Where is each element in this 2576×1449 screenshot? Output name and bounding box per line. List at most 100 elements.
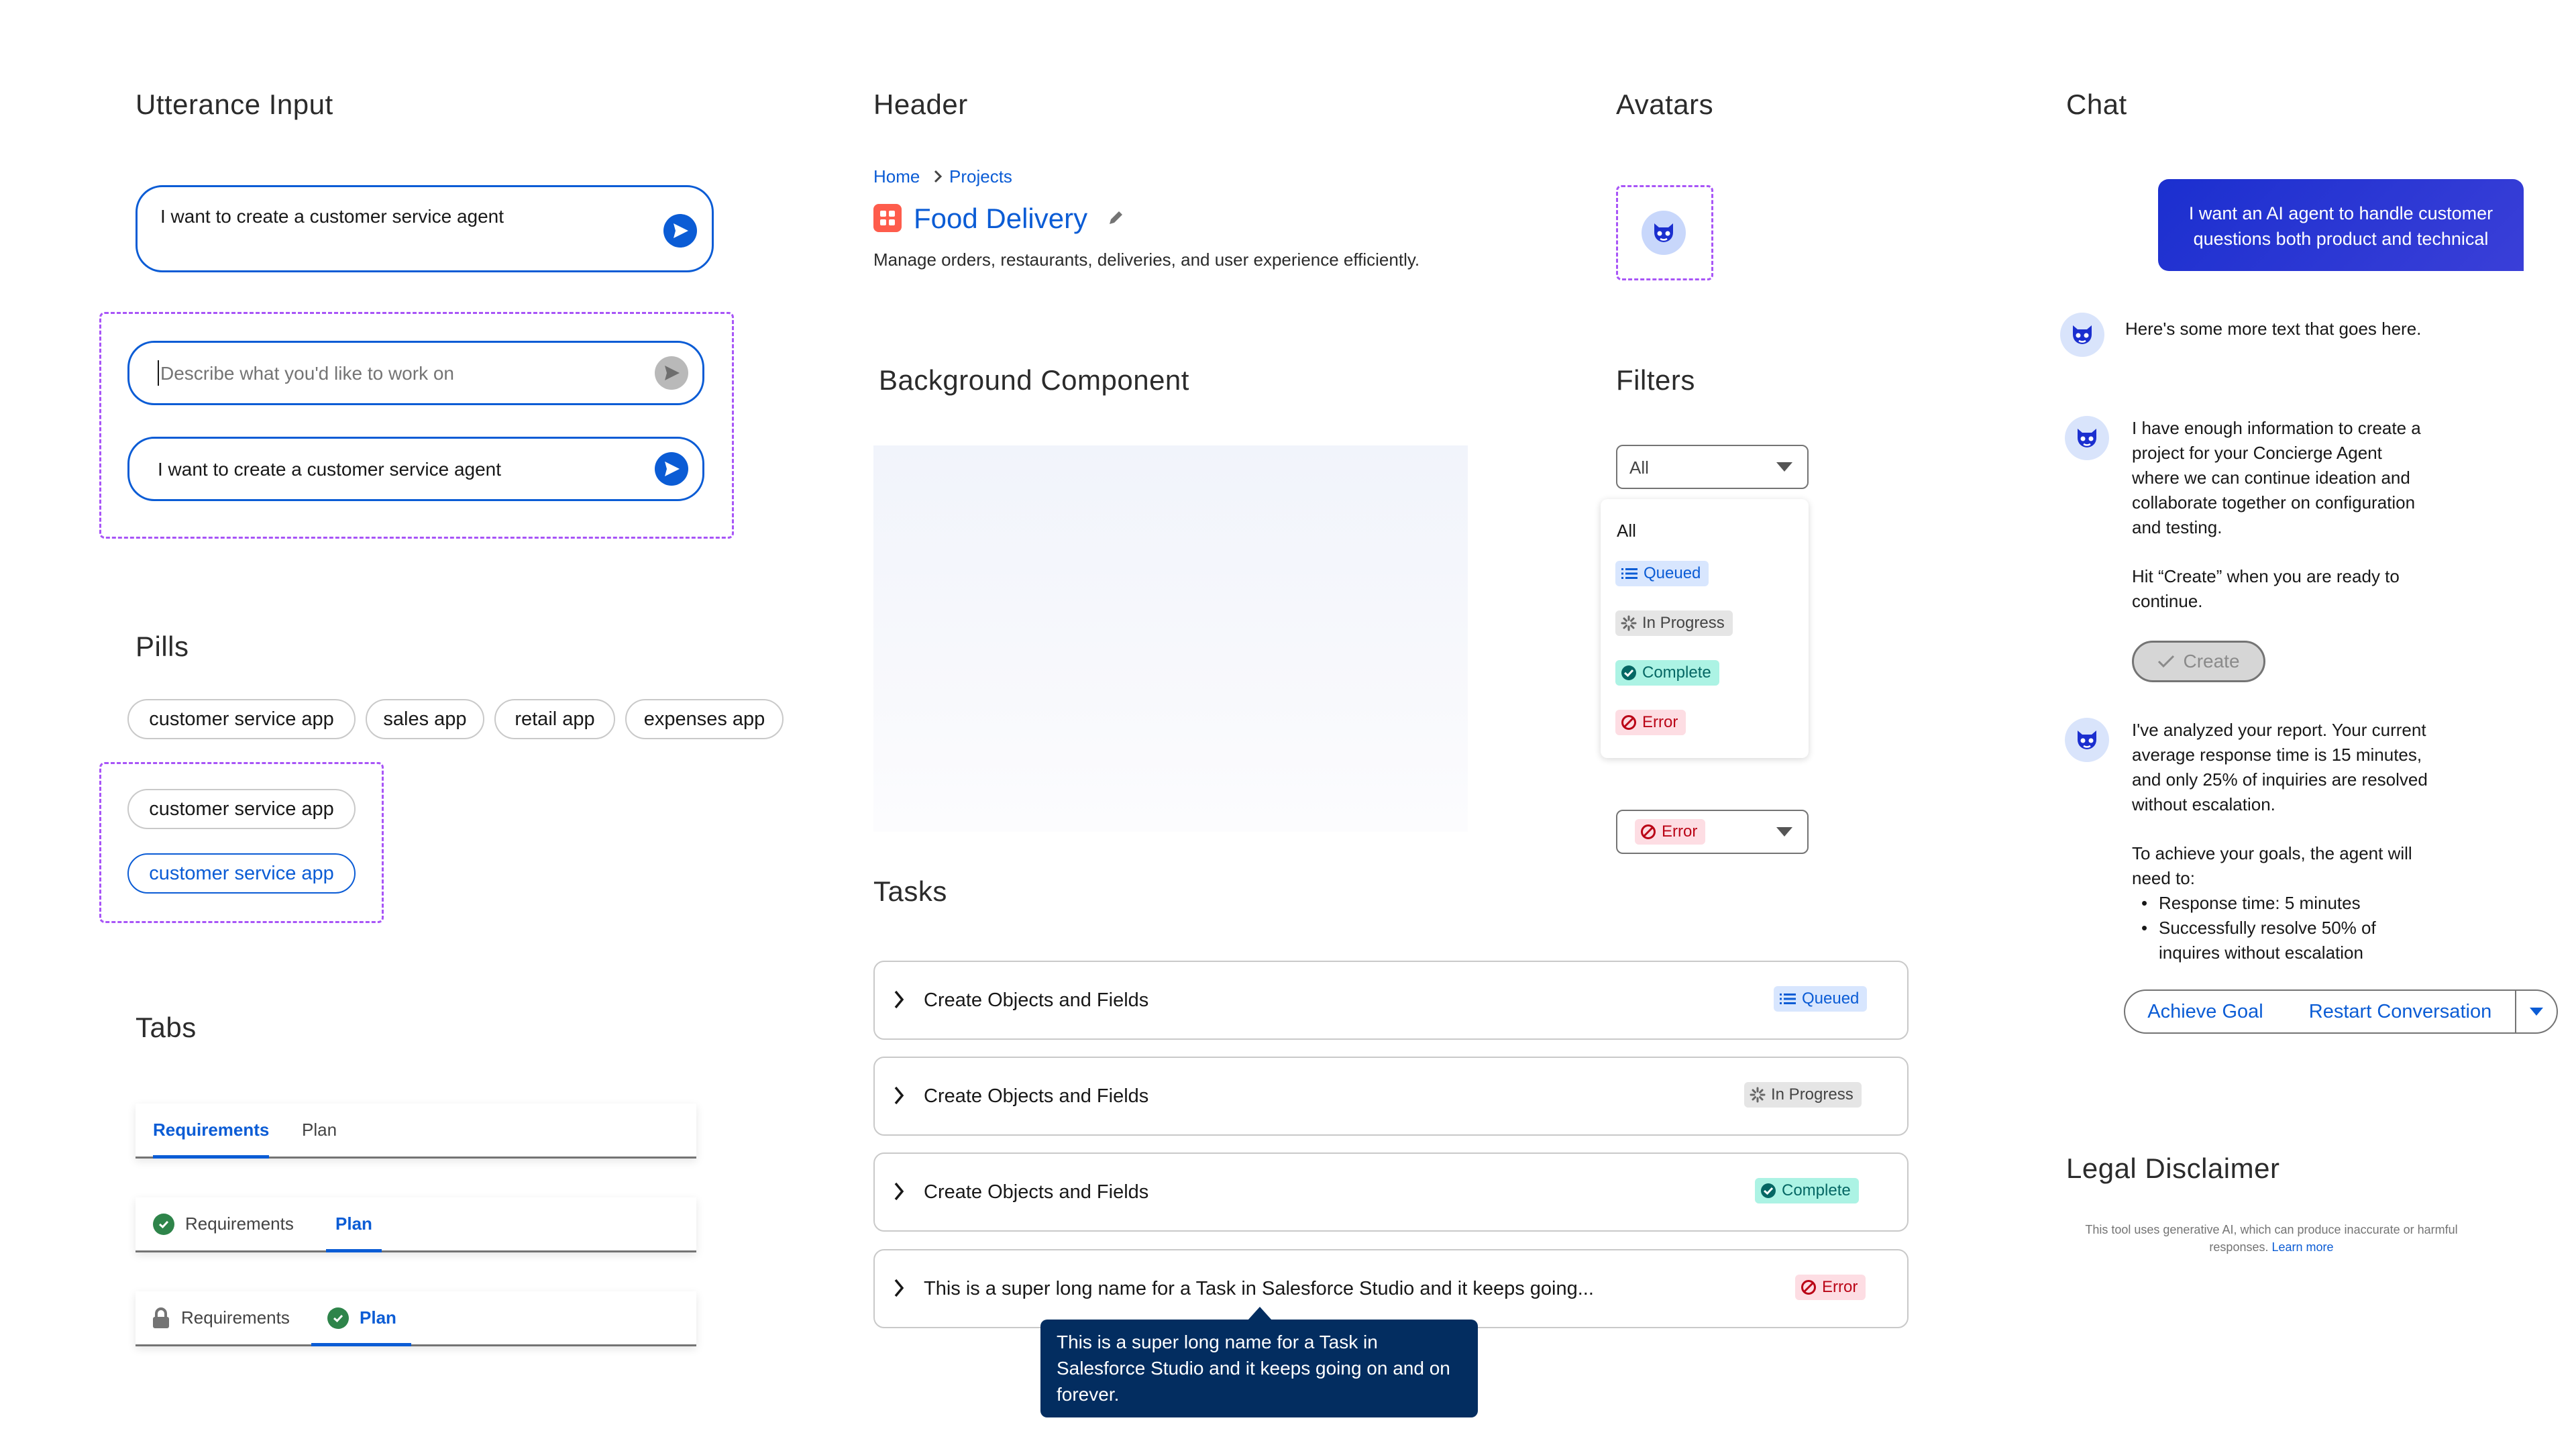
pill-1[interactable]: sales app [366,699,484,739]
status-filter-select-error[interactable]: Error [1616,810,1809,854]
send-icon [665,366,680,380]
tab-bar-2: Requirements Plan [136,1197,696,1252]
agent-message: Here's some more text that goes here. [2125,319,2422,339]
utterance-input-active[interactable]: I want to create a customer service agen… [127,437,704,501]
check-circle-icon [1621,665,1636,680]
chevron-right-icon[interactable] [892,1277,906,1299]
chevron-down-icon [2530,1008,2543,1016]
option-complete[interactable]: Complete [1615,660,1719,686]
task-row[interactable]: This is a super long name for a Task in … [873,1249,1909,1328]
send-button-disabled[interactable] [655,356,688,390]
edit-pencil-icon[interactable] [1107,209,1124,227]
status-badge-error: Error [1795,1275,1866,1300]
section-title-legal: Legal Disclaimer [2066,1152,2280,1184]
bullet-text: Response time: 5 minutes [2159,893,2361,913]
tab-bar-3: Requirements Plan [136,1291,696,1346]
chevron-right-icon[interactable] [892,1085,906,1106]
tab-requirements[interactable]: Requirements [153,1197,294,1250]
task-row[interactable]: Create Objects and Fields Queued [873,961,1909,1040]
tab-label: Requirements [181,1307,290,1328]
user-message-bubble: I want an AI agent to handle customer qu… [2158,179,2524,271]
tooltip-arrow [1248,1307,1272,1320]
background-component [873,445,1468,832]
message-line: To achieve your goals, the agent will [2132,843,2412,863]
more-actions-button[interactable] [2515,989,2558,1034]
pill-0[interactable]: customer service app [127,699,356,739]
tab-requirements-locked[interactable]: Requirements [152,1291,290,1344]
select-value: All [1629,458,1649,478]
utterance-input-empty[interactable]: Describe what you'd like to work on [127,341,704,405]
create-label: Create [2183,651,2240,672]
agent-bot-icon [1654,223,1673,242]
status-label: Complete [1782,1181,1851,1199]
app-grid-icon [873,204,902,232]
text-cursor [158,360,159,386]
spinner-icon [1750,1087,1766,1103]
ban-icon [1801,1280,1816,1295]
tab-label: Requirements [153,1120,270,1140]
message-line: collaborate together on configuration [2132,492,2416,513]
pill-default[interactable]: customer service app [127,789,356,829]
agent-message: I've analyzed your report. Your current … [2132,718,2428,965]
section-title-tasks: Tasks [873,875,947,907]
breadcrumb-home[interactable]: Home [873,166,920,187]
legal-disclaimer: This tool uses generative AI, which can … [2057,1221,2486,1256]
utterance-input-large[interactable]: I want to create a customer service agen… [136,185,714,272]
breadcrumb-projects[interactable]: Projects [949,166,1012,187]
agent-bot-icon [2078,731,2096,749]
bullet-dot: • [2141,893,2148,913]
utterance-input-value: I want to create a customer service agen… [160,206,504,227]
status-filter-select[interactable]: All [1616,445,1809,489]
check-circle-icon [153,1213,174,1235]
option-error[interactable]: Error [1615,710,1686,735]
tab-plan[interactable]: Plan [311,1291,411,1346]
agent-message: I have enough information to create a pr… [2132,416,2421,614]
send-button[interactable] [663,214,697,248]
bullet-item: • Successfully resolve 50% of inquires w… [2132,916,2428,965]
message-line: Hit “Create” when you are ready to [2132,566,2400,586]
tab-plan[interactable]: Plan [302,1104,337,1157]
check-icon [2158,655,2175,668]
task-name: Create Objects and Fields [924,1085,1149,1107]
option-queued[interactable]: Queued [1615,561,1709,586]
chevron-down-icon [1776,827,1792,837]
pill-selected[interactable]: customer service app [127,853,356,894]
section-title-pills: Pills [136,631,189,662]
send-button[interactable] [655,452,688,486]
message-line: project for your Concierge Agent [2132,443,2382,463]
tab-requirements[interactable]: Requirements [153,1104,270,1159]
option-in-progress[interactable]: In Progress [1615,610,1733,636]
chevron-right-icon[interactable] [892,989,906,1010]
avatar [1642,211,1686,255]
option-label: In Progress [1642,614,1725,632]
section-title-filters: Filters [1616,364,1695,396]
tab-label: Plan [335,1214,372,1234]
chevron-right-icon[interactable] [892,1181,906,1202]
agent-bot-icon [2078,429,2096,447]
task-name: Create Objects and Fields [924,1181,1149,1203]
learn-more-link[interactable]: Learn more [2272,1240,2334,1254]
task-row[interactable]: Create Objects and Fields Complete [873,1152,1909,1232]
task-row[interactable]: Create Objects and Fields In Progress [873,1057,1909,1136]
bullet-text: inquires without escalation [2159,943,2363,963]
pill-3[interactable]: expenses app [625,699,784,739]
option-all[interactable]: All [1617,521,1636,541]
create-button[interactable]: Create [2132,641,2265,682]
select-value: Error [1662,822,1698,841]
message-line: average response time is 15 minutes, [2132,745,2422,765]
message-line: I have enough information to create a [2132,418,2421,438]
ban-icon [1621,715,1636,730]
page-description: Manage orders, restaurants, deliveries, … [873,250,1420,270]
achieve-goal-button[interactable]: Achieve Goal [2124,989,2287,1034]
legal-text: responses. [2209,1240,2269,1254]
bullet-item: • Response time: 5 minutes [2132,891,2428,916]
message-line: and only 25% of inquiries are resolved [2132,769,2428,790]
section-title-chat: Chat [2066,89,2127,120]
pill-2[interactable]: retail app [494,699,615,739]
list-icon [1621,568,1638,579]
restart-conversation-button[interactable]: Restart Conversation [2286,989,2516,1034]
page-title: Food Delivery [914,203,1088,234]
message-line: and testing. [2132,517,2222,537]
ban-icon [1641,824,1656,839]
tab-plan[interactable]: Plan [326,1197,382,1252]
